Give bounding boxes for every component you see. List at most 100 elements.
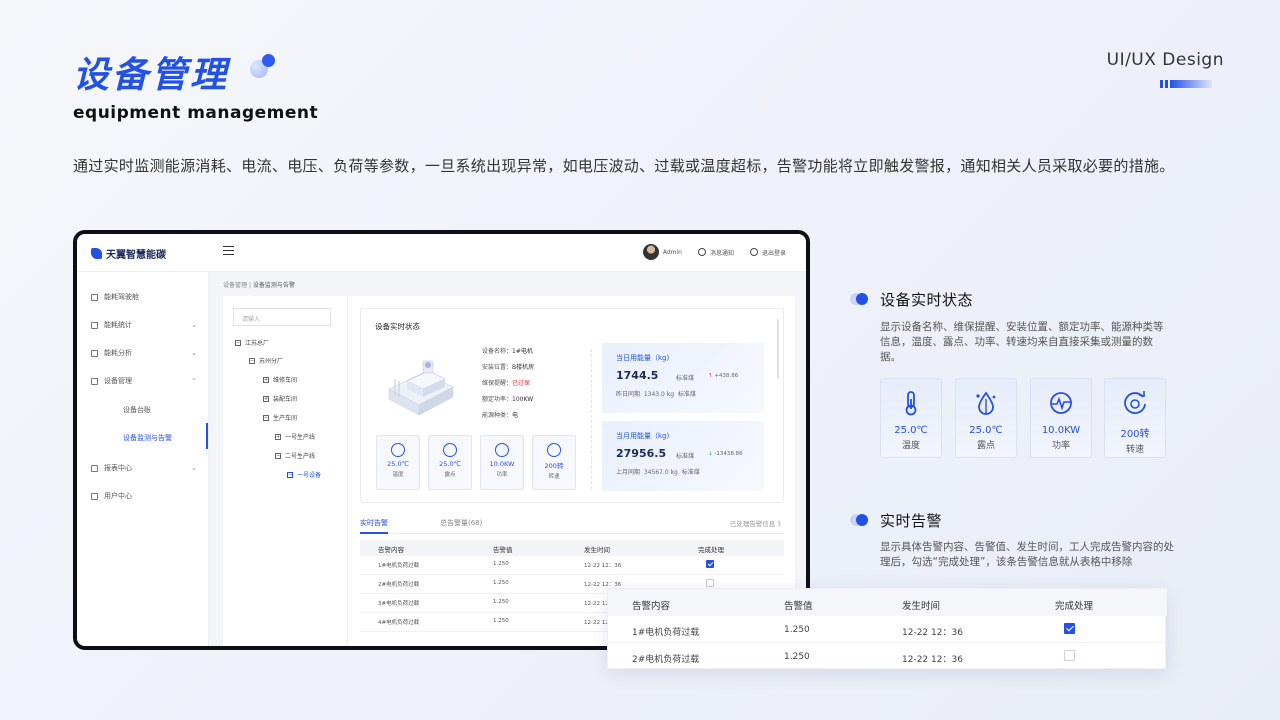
energy-title: 当日用能量（kg)	[616, 354, 670, 362]
page-subtitle: equipment management	[73, 103, 319, 123]
collapse-icon: −	[263, 414, 269, 421]
menu-toggle-icon[interactable]	[223, 246, 234, 256]
cell-value: 1.250	[784, 652, 810, 662]
prev-unit: 标准煤	[681, 469, 700, 476]
status-scrollbar[interactable]	[777, 319, 779, 379]
tree-divider	[347, 296, 348, 646]
user-menu[interactable]: Admin	[642, 244, 682, 260]
sidebar-item-device[interactable]: 设备管理 ⌃	[91, 376, 197, 386]
delta-value: -13438.86	[714, 451, 743, 457]
sidebar: 能耗驾驶舱 能耗统计 ⌄ 能耗分析 ⌄ 设备管理 ⌃ 设备台账 设备监测与告警 报表中…	[77, 272, 209, 646]
done-checkbox[interactable]	[1064, 650, 1075, 661]
sidebar-sub-monitor[interactable]: 设备监测与告警	[123, 433, 172, 443]
page-title: 设备管理	[73, 55, 230, 96]
sidebar-item-analysis[interactable]: 能耗分析 ⌄	[91, 348, 197, 358]
logout-icon	[749, 248, 758, 256]
sidebar-item-report[interactable]: 报表中心 ⌄	[91, 463, 197, 473]
tree-node[interactable]: − 生产车间	[263, 413, 297, 422]
app-logo: 天翼智慧能碳	[91, 246, 166, 261]
info-key: 能源种类：	[482, 412, 513, 419]
feature-alarm-desc: 显示具体告警内容、告警值、发生时间，工人完成告警内容的处理后，勾选“完成处理”，…	[880, 541, 1174, 568]
mini-card-dewpoint: 25.0℃ 露点	[428, 435, 472, 490]
tab-realtime-alarm[interactable]: 实时告警	[360, 518, 388, 534]
page-description: 通过实时监测能源消耗、电流、电压、负荷等参数，一旦系统出现异常，如电压波动、过载…	[73, 157, 1175, 175]
sidebar-item-label: 能耗分析	[104, 349, 132, 357]
mini-card-rotation: 200转转速	[532, 435, 576, 490]
tree-node[interactable]: − 苏州分厂	[249, 356, 283, 365]
tree-node[interactable]: + 一号生产线	[275, 432, 315, 441]
design-tag-bars	[1160, 80, 1212, 88]
tree-node-label: 生产车间	[273, 415, 298, 422]
power-icon	[1050, 392, 1072, 414]
energy-unit: 标准煤	[676, 375, 695, 382]
leaf-icon: −	[287, 471, 293, 478]
col-header: 告警内容	[378, 546, 404, 554]
user-icon	[91, 492, 98, 500]
cell-value: 1.250	[493, 618, 509, 624]
tree-node-selected[interactable]: − 一号设备	[287, 470, 321, 479]
status-divider	[591, 349, 592, 489]
logout-label: 退出登录	[761, 249, 786, 257]
title-dots-decoration	[250, 54, 278, 82]
sidebar-item-label: 能耗驾驶舱	[104, 293, 139, 301]
tree-node-label: 苏州分厂	[259, 358, 284, 365]
mini-card-power: 10.0KW 功率	[480, 435, 524, 490]
tab-total-alarm[interactable]: 总告警量(68)	[440, 518, 482, 528]
sidebar-item-cockpit[interactable]: 能耗驾驶舱	[91, 292, 197, 302]
done-checkbox[interactable]	[706, 579, 714, 587]
info-device-name: 设备名称：1#电机	[482, 346, 533, 355]
energy-delta: ↓ -13438.86	[708, 451, 743, 457]
info-key: 设备名称：	[482, 348, 513, 355]
mini-label: 转速	[548, 474, 560, 480]
card-value: 10.0KW	[1041, 425, 1081, 436]
mini-label: 温度	[392, 472, 404, 478]
cell-value: 1.250	[493, 599, 509, 605]
prev-label: 上月同期	[616, 469, 641, 476]
tree-node[interactable]: + 装配车间	[263, 394, 297, 403]
alarm-tabs: 实时告警 总告警量(68) 已处理告警信息 》	[360, 518, 784, 534]
cell-time: 12-22 12：36	[902, 628, 963, 638]
table-row: 1#电机负荷过载 1.250 12-22 12：36	[360, 556, 784, 575]
table-header: 告警内容 告警值 发生时间 完成处理	[360, 540, 784, 556]
sidebar-item-user[interactable]: 用户中心	[91, 491, 197, 501]
tree-node[interactable]: + 维修车间	[263, 375, 297, 384]
avatar	[642, 244, 659, 260]
feature-card-dewpoint: 25.0℃ 露点	[955, 378, 1017, 458]
feature-card-power: 10.0KW 功率	[1030, 378, 1092, 458]
feature-bullet-icon	[850, 514, 868, 526]
chevron-down-icon: ⌄	[191, 464, 197, 472]
mini-value: 200转	[544, 462, 564, 470]
analysis-icon	[91, 349, 98, 357]
dewpoint-icon	[443, 443, 457, 457]
mini-value: 25.0℃	[387, 460, 409, 468]
notice-button[interactable]: 消息通知	[697, 248, 734, 257]
collapse-icon: −	[249, 357, 255, 364]
dewpoint-icon	[976, 391, 996, 415]
done-checkbox-checked[interactable]	[706, 560, 714, 568]
col-header: 完成处理	[698, 546, 724, 554]
feature-bullet-icon	[850, 293, 868, 305]
processed-alarm-link[interactable]: 已处理告警信息 》	[730, 518, 784, 528]
design-tag: UI/UX Design	[1106, 50, 1224, 70]
prev-value: 34567.0 kg	[643, 469, 678, 476]
info-value-warning: 已过保	[512, 380, 531, 387]
sidebar-sub-ledger[interactable]: 设备台账	[123, 405, 151, 415]
done-checkbox-checked[interactable]	[1064, 623, 1075, 634]
sidebar-item-statistics[interactable]: 能耗统计 ⌄	[91, 320, 197, 330]
sidebar-item-label: 用户中心	[104, 492, 132, 500]
sidebar-item-label: 报表中心	[104, 464, 132, 472]
energy-delta: ↑ +438.86	[708, 373, 738, 379]
breadcrumb-parent[interactable]: 设备管理	[223, 282, 247, 289]
tree-search-input[interactable]: 请输入	[233, 308, 331, 326]
tree-node[interactable]: − 二号生产线	[275, 451, 315, 460]
expand-icon: +	[263, 395, 269, 402]
energy-value: 27956.5	[616, 447, 667, 460]
mini-label: 露点	[444, 472, 456, 478]
popup-table-header: 告警内容 告警值 发生时间 完成处理	[608, 589, 1167, 616]
card-value: 200转	[1120, 429, 1150, 440]
topbar-actions: Admin 消息通知 退出登录	[642, 244, 786, 260]
tree-node[interactable]: − 江苏总厂	[235, 338, 269, 347]
logout-button[interactable]: 退出登录	[749, 248, 786, 257]
cell-time: 12-22 12：36	[902, 655, 963, 665]
card-value: 25.0℃	[894, 425, 928, 436]
